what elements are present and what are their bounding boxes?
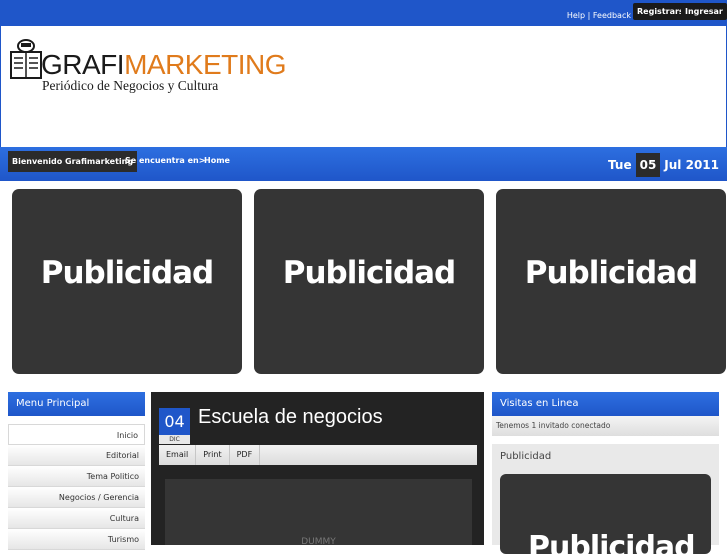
date-month-year: Jul 2011 [664, 158, 719, 172]
current-date: Tue 05 Jul 2011 [608, 153, 719, 177]
header: GRAFIMARKETING Periódico de Negocios y C… [0, 26, 727, 147]
logo-title[interactable]: GRAFIMARKETING [41, 49, 287, 80]
article-title[interactable]: Escuela de negocios [198, 406, 383, 429]
ad-banner-1-text: Publicidad [40, 255, 215, 291]
menu-item-negocios[interactable]: Negocios / Gerencia [8, 487, 145, 508]
sidebar-ad-banner[interactable]: Publicidad [500, 474, 711, 554]
article-toolbar: Email Print PDF [159, 445, 477, 465]
top-bar: Help | Feedback Registrarse Ingresar [0, 0, 727, 26]
menu-item-cultura[interactable]: Cultura [8, 508, 145, 529]
article-date-month: DIC [159, 435, 190, 444]
visits-title: Visitas en Linea [492, 392, 719, 416]
ad-banner-2-text: Publicidad [282, 255, 457, 291]
help-link[interactable]: Help [567, 11, 585, 20]
link-separator: | [587, 11, 591, 20]
top-links: Help | Feedback [567, 11, 631, 20]
pdf-button[interactable]: PDF [230, 445, 261, 465]
ad-banner-3[interactable]: Publicidad [496, 189, 726, 374]
main-menu-title: Menu Principal [8, 392, 145, 416]
article-date-day: 04 [159, 408, 190, 435]
menu-item-turismo[interactable]: Turismo [8, 529, 145, 550]
article-image-text: DUMMY [301, 537, 336, 547]
breadcrumb-home[interactable]: Home [204, 156, 230, 165]
logo-title-marketing: MARKETING [124, 49, 287, 80]
main-menu: Inicio Editorial Tema Politico Negocios … [8, 424, 145, 550]
logo-title-grafi: GRAFI [41, 49, 125, 80]
breadcrumb-label: Se encuentra en> [125, 156, 206, 165]
visits-text: Tenemos 1 invitado conectado [492, 416, 719, 436]
menu-item-tema-politico[interactable]: Tema Politico [8, 466, 145, 487]
article-image: DUMMY [165, 479, 472, 547]
ad-banner-2[interactable]: Publicidad [254, 189, 484, 374]
ad-banner-1[interactable]: Publicidad [12, 189, 242, 374]
logo-subtitle: Periódico de Negocios y Cultura [42, 78, 219, 93]
sidebar-ad-title: Publicidad [500, 451, 552, 462]
print-button[interactable]: Print [196, 445, 230, 465]
article-panel: 04 DIC Escuela de negocios Email Print P… [151, 392, 484, 547]
date-day: 05 [635, 153, 661, 177]
menu-item-editorial[interactable]: Editorial [8, 445, 145, 466]
welcome-label: Bienvenido Grafimarketing [8, 151, 138, 172]
login-button[interactable]: Ingresar [681, 3, 727, 20]
sidebar-ad-text: Publicidad [528, 530, 696, 554]
feedback-link[interactable]: Feedback [593, 11, 631, 20]
ad-banner-3-text: Publicidad [524, 255, 699, 291]
nav-bar: Bienvenido Grafimarketing Se encuentra e… [0, 147, 727, 181]
newspaper-reader-icon [10, 39, 42, 79]
email-button[interactable]: Email [159, 445, 197, 465]
date-weekday: Tue [608, 158, 632, 172]
sidebar-ad-panel: Publicidad Publicidad [492, 444, 719, 554]
menu-item-inicio[interactable]: Inicio [8, 424, 145, 445]
